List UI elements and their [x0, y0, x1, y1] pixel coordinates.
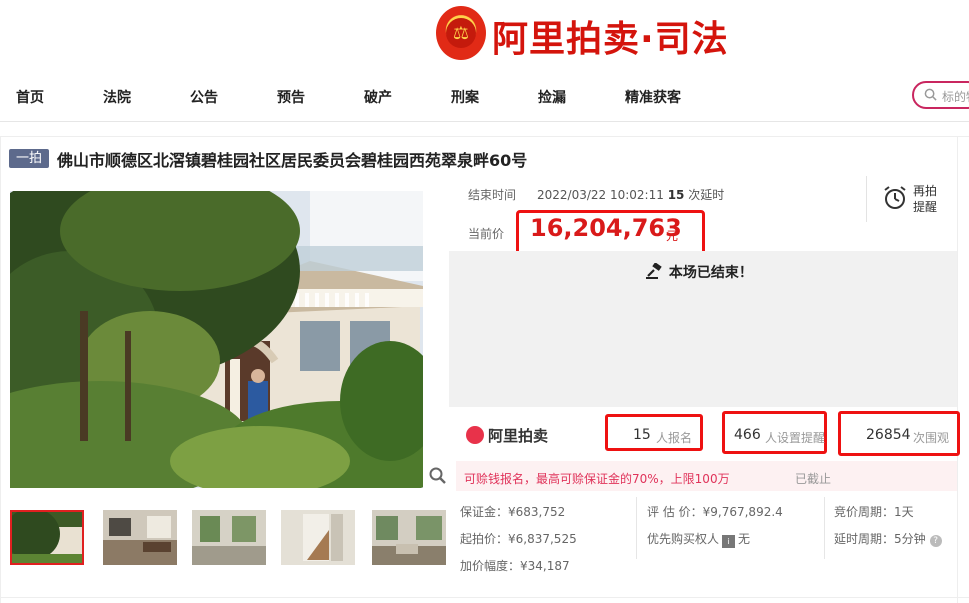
thumbnail-4[interactable]	[281, 510, 355, 565]
end-time: 2022/03/22 10:02:11	[537, 188, 664, 202]
end-time-value: 2022/03/22 10:02:11 15 次延时	[537, 186, 724, 203]
panel-border	[0, 137, 1, 603]
delay-suffix: 次延时	[688, 188, 725, 202]
nav-item-preview[interactable]: 预告	[277, 87, 305, 107]
delay-count: 15	[667, 188, 685, 202]
current-price: 16,204,763	[530, 214, 682, 242]
appraisal-field: 评 估 价：¥9,767,892.4	[647, 505, 783, 519]
nav-item-bankruptcy[interactable]: 破产	[364, 87, 392, 107]
auction-ended-message: 本场已结束！	[646, 262, 753, 282]
delay-period-text: 延时周期：5分钟	[834, 532, 926, 546]
priority-buyer-label: 优先购买权人	[647, 532, 720, 546]
start-price-field: 起拍价：¥6,837,525	[460, 532, 577, 546]
priority-buyer-field: 优先购买权人 i 无	[647, 530, 750, 548]
increment-field: 加价幅度：¥34,187	[460, 559, 570, 573]
thumbnail-image	[281, 510, 355, 565]
alarm-clock-icon	[884, 186, 906, 209]
deposit-field: 保证金：¥683,752	[460, 505, 566, 519]
credit-notice-text[interactable]: 可赊钱报名，最高可赊保证金的70%，上限100万	[464, 470, 730, 487]
court-emblem-icon[interactable]: ⚖	[436, 6, 486, 60]
thumbnail-image	[12, 512, 82, 563]
gavel-icon	[646, 262, 662, 279]
signup-label: 人报名	[656, 431, 693, 445]
signup-count: 15	[633, 427, 651, 443]
thumbnail-3[interactable]	[192, 510, 266, 565]
nav-item-court[interactable]: 法院	[103, 87, 131, 107]
platform-logo: 阿里拍卖	[466, 425, 548, 446]
thumbnail-2[interactable]	[103, 510, 177, 565]
divider	[824, 497, 825, 559]
thumbnail-5[interactable]	[372, 510, 446, 565]
ended-text: 本场已结束！	[668, 265, 753, 281]
info-badge-icon[interactable]: i	[722, 535, 736, 548]
remind-label: 再拍提醒	[913, 184, 938, 214]
remind-button[interactable]: 再拍提醒	[882, 183, 942, 219]
header: ⚖ 阿里拍卖·司法	[0, 0, 969, 70]
search-placeholder: 标的物	[942, 90, 969, 104]
thumbnail-image	[103, 510, 177, 565]
search-input[interactable]: 标的物	[912, 81, 969, 109]
panel-border	[957, 137, 958, 603]
item-title: 佛山市顺德区北滘镇碧桂园社区居民委员会碧桂园西苑翠泉畔60号	[57, 151, 528, 170]
villa-image	[10, 191, 423, 488]
nav-item-criminal[interactable]: 刑案	[451, 87, 479, 107]
main-property-photo[interactable]	[10, 191, 423, 488]
divider	[0, 136, 969, 137]
end-time-label: 结束时间	[468, 188, 517, 202]
nav-item-home[interactable]: 首页	[16, 87, 44, 107]
zoom-icon[interactable]	[428, 466, 448, 486]
help-icon[interactable]: ?	[929, 535, 942, 547]
view-label: 次围观	[913, 431, 950, 445]
nav-item-bargain[interactable]: 捡漏	[538, 87, 566, 107]
priority-buyer-value: 无	[738, 532, 751, 546]
divider	[866, 176, 867, 222]
nav-item-announcement[interactable]: 公告	[190, 87, 218, 107]
reminder-count: 466	[734, 427, 761, 443]
price-unit: 元	[666, 229, 679, 243]
view-count: 26854	[866, 427, 911, 443]
nav-item-leads[interactable]: 精准获客	[625, 87, 681, 107]
current-price-label: 当前价	[468, 227, 505, 241]
thumbnail-image	[372, 510, 446, 565]
search-icon	[924, 88, 937, 101]
bidding-cycle-field: 竞价周期：1天	[834, 505, 914, 519]
divider	[0, 597, 969, 598]
auction-round-badge: 一拍	[9, 149, 49, 168]
site-logo-text[interactable]: 阿里拍卖·司法	[492, 10, 729, 62]
divider	[636, 497, 637, 559]
reminder-label: 人设置提醒	[765, 431, 826, 445]
thumbnail-1[interactable]	[10, 510, 84, 565]
scales-icon: ⚖	[446, 18, 476, 48]
thumbnail-image	[192, 510, 266, 565]
main-nav: 首页 法院 公告 预告 破产 刑案 捡漏 精准获客 标的物	[0, 70, 969, 122]
ali-auction-icon	[466, 426, 484, 444]
credit-notice-status: 已截止	[795, 472, 832, 486]
delay-period-field: 延时周期：5分钟?	[834, 530, 942, 547]
platform-name: 阿里拍卖	[488, 427, 549, 445]
